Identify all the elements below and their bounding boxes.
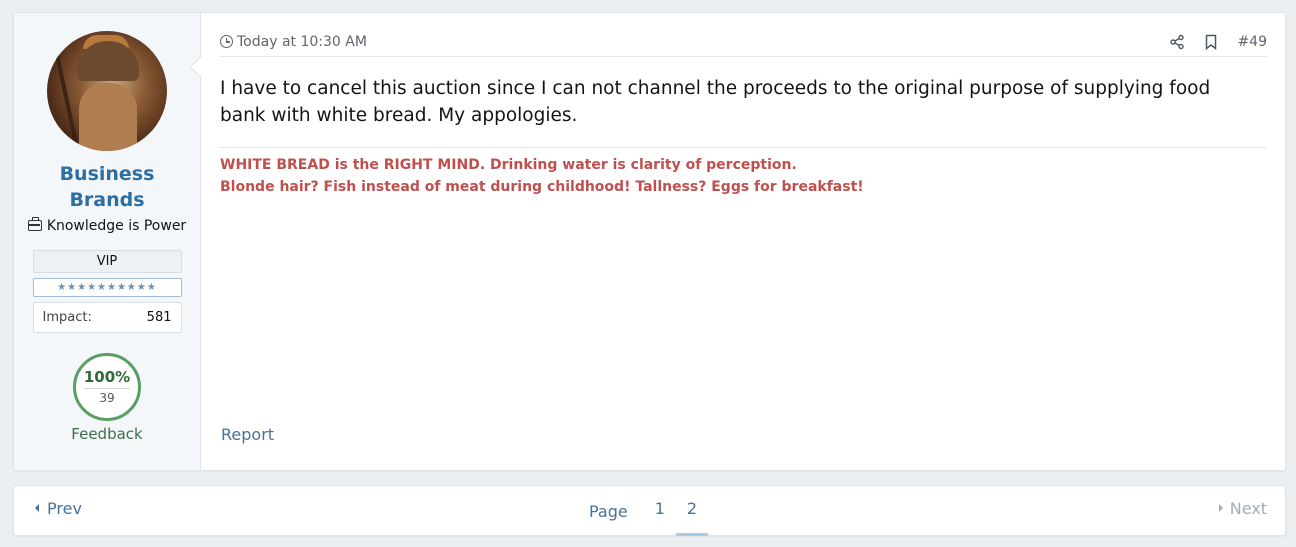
prev-label: Prev [47, 499, 82, 518]
page-link-2-current[interactable]: 2 [675, 486, 709, 536]
timestamp-text: Today at 10:30 AM [237, 34, 367, 50]
post-content: Today at 10:30 AM #49 I have to cancel t… [201, 13, 1285, 470]
rating-stars: ★★★★★★★★★★ [32, 278, 182, 297]
feedback-label[interactable]: Feedback [71, 425, 142, 443]
page-label: Page [589, 501, 628, 521]
impact-label: Impact: [42, 310, 92, 325]
post-body: I have to cancel this auction since I ca… [220, 78, 1211, 126]
user-banner: VIP [32, 250, 182, 273]
feedback-count: 39 [99, 391, 115, 405]
share-icon[interactable] [1169, 34, 1185, 50]
feedback-percent: 100% [83, 368, 131, 386]
user-title: Knowledge is Power [22, 216, 192, 236]
post-number-link[interactable]: #49 [1237, 34, 1267, 50]
clock-icon [220, 35, 233, 48]
briefcase-icon [27, 217, 42, 231]
signature-line: Blonde hair? Fish instead of meat during… [220, 179, 864, 195]
caret-right-icon [1218, 504, 1223, 512]
post-header: Today at 10:30 AM #49 [220, 13, 1267, 57]
report-link[interactable]: Report [221, 425, 274, 444]
avatar[interactable] [47, 31, 167, 151]
signature-divider [220, 147, 1267, 148]
post-timestamp[interactable]: Today at 10:30 AM [220, 34, 367, 50]
feedback-divider [84, 388, 130, 389]
forum-post: Business Brands Knowledge is Power VIP ★… [13, 12, 1286, 471]
post-actions: #49 [1169, 34, 1267, 51]
impact-value: 581 [146, 310, 172, 325]
signature-line: WHITE BREAD is the RIGHT MIND. Drinking … [220, 157, 797, 173]
page-nav: Page 1 2 [589, 486, 709, 536]
bookmark-icon[interactable] [1203, 34, 1219, 51]
caret-left-icon [35, 504, 39, 512]
user-info-panel: Business Brands Knowledge is Power VIP ★… [14, 13, 213, 470]
feedback-badge[interactable]: 100% 39 [73, 353, 141, 421]
next-label: Next [1229, 499, 1267, 518]
username[interactable]: Business Brands [22, 161, 192, 213]
page-link-1[interactable]: 1 [644, 486, 676, 536]
pagination-bar: Prev Page 1 2 Next [13, 485, 1286, 536]
prev-page-link[interactable]: Prev [35, 499, 82, 518]
impact-stat: Impact: 581 [32, 302, 182, 333]
next-page-link[interactable]: Next [1218, 499, 1267, 518]
user-title-text: Knowledge is Power [46, 218, 187, 234]
signature: WHITE BREAD is the RIGHT MIND. Drinking … [220, 154, 1267, 198]
